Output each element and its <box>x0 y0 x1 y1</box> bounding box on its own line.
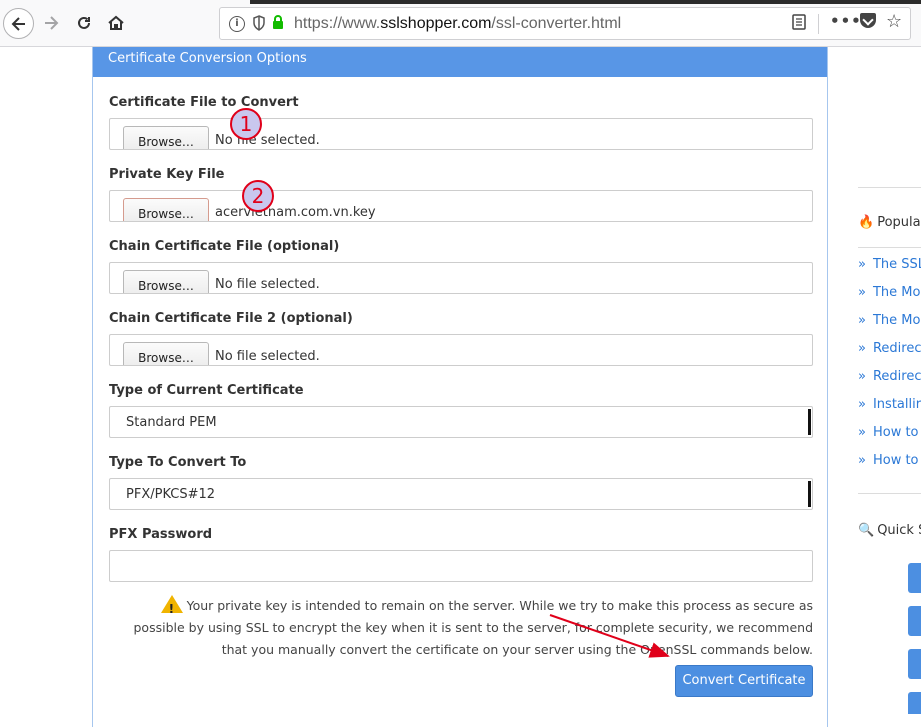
sidebar-link-text: Redirec <box>872 369 921 384</box>
double-chevron-icon: » <box>858 425 866 440</box>
popular-heading: 🔥Popular <box>858 215 921 230</box>
url-bar[interactable]: i https://www.sslshopper.com/ssl-convert… <box>219 7 911 40</box>
chain-file-label: Chain Certificate File (optional) <box>109 239 340 254</box>
double-chevron-icon: » <box>858 397 866 412</box>
key-file-browse-button[interactable]: Browse… <box>123 198 209 221</box>
chain-file2-input[interactable]: Browse… No file selected. <box>109 334 813 366</box>
sidebar-link-text: The Mo <box>872 313 921 328</box>
double-chevron-icon: » <box>858 369 866 384</box>
arrow-right-icon <box>45 16 59 30</box>
sidebar-link[interactable]: » How to <box>858 425 919 440</box>
security-warning: Your private key is intended to remain o… <box>123 595 813 661</box>
sidebar-link-text: Redirec <box>872 341 921 356</box>
reader-view-icon[interactable] <box>792 14 806 34</box>
more-actions-icon[interactable]: ••• <box>830 12 862 30</box>
quick-tool-button[interactable] <box>908 563 921 593</box>
sidebar-divider <box>858 247 921 248</box>
reload-icon <box>78 16 90 29</box>
annotation-marker-2: 2 <box>242 180 274 212</box>
right-sidebar: 🔥Popular » The SSL » The Mo » The Mo » Redir… <box>858 185 921 714</box>
info-icon[interactable]: i <box>229 16 245 32</box>
convert-to-select[interactable]: PFX/PKCS#12 <box>109 478 813 510</box>
convert-to-label: Type To Convert To <box>109 455 247 470</box>
quick-heading-text: Quick SS <box>877 523 921 538</box>
popular-heading-text: Popular <box>877 215 921 230</box>
tab-strip-edge <box>250 0 921 4</box>
double-chevron-icon: » <box>858 341 866 356</box>
url-text[interactable]: https://www.sslshopper.com/ssl-converter… <box>294 15 621 33</box>
convert-to-value: PFX/PKCS#12 <box>126 487 216 502</box>
annotation-marker-1: 1 <box>230 108 262 140</box>
bookmark-star-icon[interactable]: ☆ <box>886 11 902 32</box>
dropdown-handle-icon <box>806 481 811 507</box>
sidebar-link[interactable]: » How to <box>858 453 919 468</box>
flame-icon: 🔥 <box>858 215 875 230</box>
pfx-password-label: PFX Password <box>109 527 213 542</box>
sidebar-link[interactable]: » Installir <box>858 397 921 412</box>
chain-file-input[interactable]: Browse… No file selected. <box>109 262 813 294</box>
double-chevron-icon: » <box>858 453 866 468</box>
url-host: sslshopper.com <box>380 15 492 32</box>
dropdown-handle-icon <box>806 409 811 435</box>
chain-file-browse-button[interactable]: Browse… <box>123 270 209 293</box>
current-type-select[interactable]: Standard PEM <box>109 406 813 438</box>
home-button[interactable] <box>101 8 131 38</box>
sidebar-link-text: Installir <box>872 397 921 412</box>
sidebar-link[interactable]: » The SSL <box>858 257 921 272</box>
sidebar-link-text: The SSL <box>872 257 921 272</box>
sidebar-link-text: How to <box>872 453 919 468</box>
browser-toolbar: i https://www.sslshopper.com/ssl-convert… <box>0 0 921 47</box>
cert-file-label: Certificate File to Convert <box>109 95 299 110</box>
chain-file2-label: Chain Certificate File 2 (optional) <box>109 311 353 326</box>
sidebar-divider <box>858 493 921 494</box>
forward-button[interactable] <box>36 8 66 38</box>
sidebar-link[interactable]: » Redirec <box>858 341 921 356</box>
arrow-left-icon <box>11 16 25 31</box>
reload-button[interactable] <box>69 8 99 38</box>
warning-icon <box>160 595 183 620</box>
sidebar-link[interactable]: » The Mo <box>858 313 920 328</box>
sidebar-link[interactable]: » Redirec <box>858 369 921 384</box>
warning-text: Your private key is intended to remain o… <box>133 598 814 657</box>
sidebar-divider <box>858 187 921 188</box>
double-chevron-icon: » <box>858 285 866 300</box>
current-type-value: Standard PEM <box>126 415 217 430</box>
quick-tool-button[interactable] <box>908 649 921 679</box>
quick-heading: 🔍Quick SS <box>858 523 921 538</box>
quick-tool-button[interactable] <box>908 606 921 636</box>
url-prefix: https://www. <box>294 15 381 32</box>
cert-file-input[interactable]: Browse… No file selected. <box>109 118 813 150</box>
lock-icon[interactable] <box>272 15 284 34</box>
current-type-label: Type of Current Certificate <box>109 383 304 398</box>
cert-file-browse-button[interactable]: Browse… <box>123 126 209 149</box>
key-file-label: Private Key File <box>109 167 225 182</box>
tracking-shield-icon[interactable] <box>252 15 266 35</box>
sidebar-link[interactable]: » The Mo <box>858 285 920 300</box>
pfx-password-input[interactable] <box>109 550 813 582</box>
conversion-panel: Certificate Conversion Options Certifica… <box>92 47 828 727</box>
sidebar-link-text: The Mo <box>872 285 921 300</box>
cert-file-status: No file selected. <box>215 133 320 148</box>
home-icon <box>108 15 124 30</box>
double-chevron-icon: » <box>858 313 866 328</box>
url-separator <box>818 14 819 34</box>
chain-file2-status: No file selected. <box>215 349 320 364</box>
panel-title: Certificate Conversion Options <box>93 47 827 77</box>
convert-certificate-button[interactable]: Convert Certificate <box>675 665 813 697</box>
back-button[interactable] <box>3 8 34 39</box>
sidebar-link-text: How to <box>872 425 919 440</box>
url-path: /ssl-converter.html <box>491 15 622 32</box>
chain-file-status: No file selected. <box>215 277 320 292</box>
quick-tool-button[interactable] <box>908 692 921 714</box>
double-chevron-icon: » <box>858 257 866 272</box>
pocket-icon[interactable] <box>860 13 876 28</box>
key-file-input[interactable]: Browse… acervietnam.com.vn.key <box>109 190 813 222</box>
chain-file2-browse-button[interactable]: Browse… <box>123 342 209 365</box>
search-icon: 🔍 <box>858 523 875 538</box>
key-file-status: acervietnam.com.vn.key <box>215 205 376 220</box>
